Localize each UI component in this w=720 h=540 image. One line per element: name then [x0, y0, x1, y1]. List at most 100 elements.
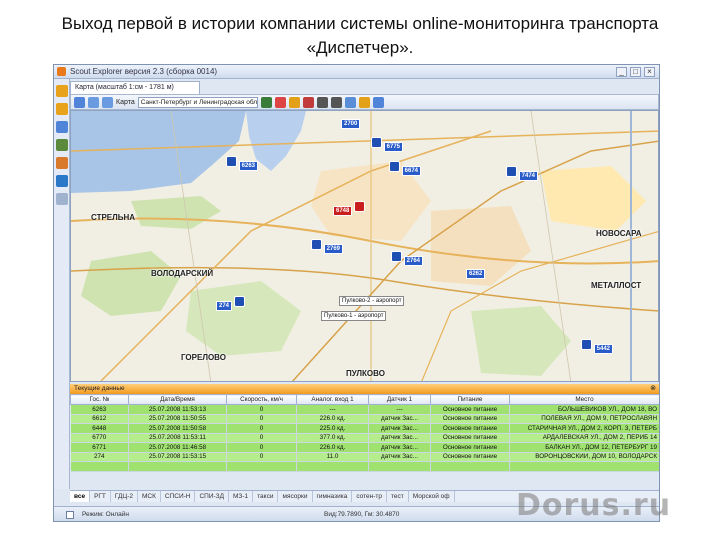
help-icon[interactable]	[372, 96, 384, 108]
maximize-button[interactable]: □	[630, 67, 641, 77]
cell: АРДАЛЕВСКАЯ УЛ., ДОМ 2, ПЕРИБ 14	[509, 433, 659, 443]
place-label: ВОЛОДАРСКИЙ	[151, 269, 214, 278]
route-icon[interactable]	[274, 96, 286, 108]
cell: ВОРОНЦОВСКИЙ, ДОМ 10, ВОЛОДАРСК	[509, 452, 659, 462]
stop-icon[interactable]	[302, 96, 314, 108]
vehicle-marker[interactable]: 2764	[391, 251, 424, 266]
tab-group[interactable]: СПСИ-Н	[161, 491, 196, 502]
vehicle-marker[interactable]: 6262	[466, 269, 486, 279]
cell: датчик Зас...	[368, 452, 431, 462]
zoom-out-icon[interactable]	[102, 96, 113, 108]
cell: 25.07.2008 11:50:58	[128, 423, 227, 434]
place-label: НОВОСАРА	[596, 229, 642, 238]
column-header[interactable]: Место	[509, 394, 659, 405]
cell: ПОЛЕВАЯ УЛ., ДОМ 9, ПЕТРОСЛАВЯН	[509, 414, 659, 424]
window-titlebar[interactable]: Scout Explorer версия 2.3 (сборка 0014) …	[54, 65, 659, 79]
column-header[interactable]: Гос. №	[70, 394, 129, 405]
pan-icon[interactable]	[74, 96, 85, 108]
layers-icon[interactable]	[56, 139, 68, 151]
cell: БАЛКАН УЛ., ДОМ 12, ПЕТЕРБУРГ 19	[509, 442, 659, 453]
tab-group[interactable]: СПИ-ЗД	[195, 491, 230, 502]
pin-icon[interactable]: ⊗	[650, 384, 656, 394]
zoom-in-icon[interactable]	[88, 96, 99, 108]
sun-icon[interactable]	[358, 96, 370, 108]
truck-icon[interactable]	[56, 85, 68, 97]
layer-icon[interactable]	[260, 96, 272, 108]
window-title: Scout Explorer версия 2.3 (сборка 0014)	[70, 67, 218, 76]
place-label: МЕТАЛЛОСТ	[591, 281, 642, 290]
cell: 0	[226, 452, 297, 462]
cell: 0	[226, 423, 297, 434]
cell: датчик Зас...	[368, 423, 431, 434]
binoculars-icon[interactable]	[316, 96, 328, 108]
column-header[interactable]: Скорость, км/ч	[226, 394, 297, 405]
status-icon	[66, 511, 74, 519]
table-row[interactable]: 6612 25.07.2008 11:50:55 0 226.0 кд. датчик …	[70, 414, 659, 424]
map-view[interactable]: СТРЕЛЬНА ВОЛОДАРСКИЙ ГОРЕЛОВО ПУЛКОВО НО…	[70, 110, 659, 382]
cell: ---	[368, 404, 431, 415]
tab-all[interactable]: все	[70, 491, 91, 502]
tab-group[interactable]: РГТ	[90, 491, 111, 502]
table-row[interactable]: 274 25.07.2008 11:53:15 0 11.0 датчик Зас...…	[70, 452, 659, 462]
tab-group[interactable]: сотен-тр	[352, 491, 387, 502]
cell	[509, 461, 659, 472]
warning-icon[interactable]	[288, 96, 300, 108]
report-icon[interactable]	[56, 103, 68, 115]
table-header-row: Гос. № Дата/Время Скорость, км/ч Аналог.…	[70, 394, 659, 405]
cell: Основное питание	[430, 433, 510, 443]
cell: БОЛЬШЕВИКОВ УЛ., ДОМ 18, ВО	[509, 404, 659, 415]
close-button[interactable]: ×	[644, 67, 655, 77]
vehicle-caption: Пулково-2 - аэропорт	[339, 296, 405, 306]
cell: 25.07.2008 11:53:15	[128, 452, 227, 462]
map-label: Карта	[116, 98, 135, 106]
vehicle-marker[interactable]: 6263	[226, 156, 259, 171]
table-row[interactable]: 6771 25.07.2008 11:46:58 0 226.0 кд. датчик …	[70, 442, 659, 453]
column-header[interactable]: Аналог. вход 1	[296, 394, 369, 405]
tab-group[interactable]: тест	[387, 491, 409, 502]
map-select[interactable]: Санкт-Петербург и Ленинградская область	[137, 96, 258, 108]
find-icon[interactable]	[330, 96, 342, 108]
table-row[interactable]: 6448 25.07.2008 11:50:58 0 225.0 кд. датчик …	[70, 423, 659, 434]
vehicle-marker[interactable]: 6775	[371, 137, 404, 152]
vehicle-marker[interactable]: 2700	[341, 119, 361, 129]
vehicle-marker[interactable]: 6674	[389, 161, 422, 176]
tab-group[interactable]: гимназика	[313, 491, 353, 502]
column-header[interactable]: Питание	[430, 394, 510, 405]
cell: 6448	[70, 423, 129, 434]
cell: Основное питание	[430, 404, 510, 415]
tab-group[interactable]: Морской оф	[409, 491, 455, 502]
cell	[430, 461, 510, 472]
vehicle-marker[interactable]: 7474	[506, 166, 539, 181]
table-row[interactable]	[70, 461, 659, 472]
vehicle-marker[interactable]: 6748	[333, 201, 366, 216]
vehicle-marker[interactable]: 5442	[581, 339, 614, 354]
tab-map[interactable]: Карта (масштаб 1:см - 1781 м)	[70, 81, 200, 94]
cell: 25.07.2008 11:46:58	[128, 442, 227, 453]
minimize-button[interactable]: _	[616, 67, 627, 77]
ruler-icon[interactable]	[344, 96, 356, 108]
cell: 0	[226, 442, 297, 453]
column-header[interactable]: Дата/Время	[128, 394, 227, 405]
settings-icon[interactable]	[56, 193, 68, 205]
cell: Основное питание	[430, 414, 510, 424]
cell: 25.07.2008 11:53:11	[128, 433, 227, 443]
current-data-table: Гос. № Дата/Время Скорость, км/ч Аналог.…	[70, 394, 659, 472]
status-mode: Режим: Онлайн	[82, 511, 129, 518]
window-controls: _ □ ×	[616, 67, 655, 77]
vehicle-marker[interactable]: 274	[216, 296, 245, 311]
map-icon[interactable]	[56, 121, 68, 133]
tab-group[interactable]: МСК	[138, 491, 161, 502]
cell: 6263	[70, 404, 129, 415]
table-row[interactable]: 6263 25.07.2008 11:53:13 0 --- --- Основное п…	[70, 404, 659, 415]
tab-group[interactable]: мясорки	[278, 491, 313, 502]
vehicle-marker[interactable]: 2769	[311, 239, 344, 254]
app-icon	[57, 67, 66, 76]
cell: 6770	[70, 433, 129, 443]
table-icon[interactable]	[56, 175, 68, 187]
tab-group[interactable]: МЗ-1	[229, 491, 254, 502]
table-row[interactable]: 6770 25.07.2008 11:53:11 0 377.0 кд. датчик …	[70, 433, 659, 443]
tab-group[interactable]: такси	[253, 491, 279, 502]
tab-group[interactable]: ГДЦ-2	[111, 491, 138, 502]
marker-icon[interactable]	[56, 157, 68, 169]
column-header[interactable]: Датчик 1	[368, 394, 431, 405]
